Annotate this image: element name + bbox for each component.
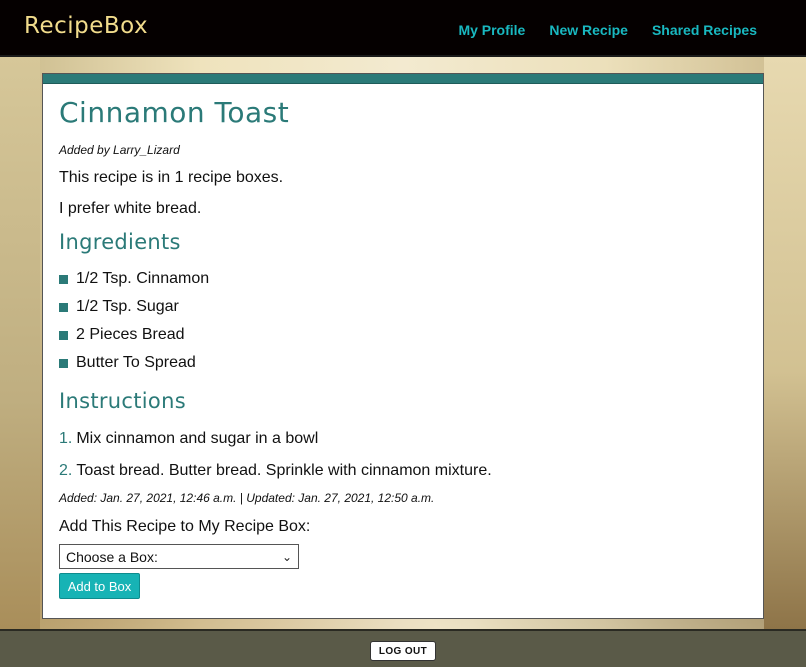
instruction-step: 1. Mix cinnamon and sugar in a bowl bbox=[59, 423, 747, 455]
app-logo[interactable]: RecipeBox bbox=[24, 13, 148, 39]
ingredient-item: 1/2 Tsp. Cinnamon bbox=[59, 265, 747, 293]
footer-bar: LOG OUT bbox=[0, 629, 806, 667]
nav-new-recipe[interactable]: New Recipe bbox=[549, 22, 628, 38]
bullet-square-icon bbox=[59, 302, 68, 312]
step-number: 2. bbox=[59, 462, 73, 479]
background-right-edge bbox=[764, 57, 806, 629]
bullet-square-icon bbox=[59, 358, 68, 368]
instructions-heading: Instructions bbox=[59, 389, 186, 413]
ingredient-text: Butter To Spread bbox=[76, 354, 196, 371]
chevron-down-icon: ⌄ bbox=[281, 549, 292, 564]
ingredients-heading: Ingredients bbox=[59, 230, 181, 254]
background-left-edge bbox=[0, 57, 40, 629]
ingredients-list: 1/2 Tsp. Cinnamon 1/2 Tsp. Sugar 2 Piece… bbox=[59, 265, 747, 377]
add-to-box-label: Add This Recipe to My Recipe Box: bbox=[59, 518, 311, 535]
select-value: Choose a Box: bbox=[66, 548, 158, 565]
step-text: Toast bread. Butter bread. Sprinkle with… bbox=[76, 462, 492, 479]
added-by: Added by Larry_Lizard bbox=[59, 143, 180, 157]
nav-shared-recipes[interactable]: Shared Recipes bbox=[652, 22, 757, 38]
bullet-square-icon bbox=[59, 330, 68, 340]
recipe-note: I prefer white bread. bbox=[59, 200, 202, 217]
nav-my-profile[interactable]: My Profile bbox=[458, 22, 525, 38]
instruction-step: 2. Toast bread. Butter bread. Sprinkle wi… bbox=[59, 455, 747, 487]
ingredient-item: 1/2 Tsp. Sugar bbox=[59, 293, 747, 321]
step-number: 1. bbox=[59, 430, 73, 447]
recipe-box-select[interactable]: Choose a Box: ⌄ bbox=[59, 544, 299, 569]
instructions-list: 1. Mix cinnamon and sugar in a bowl 2. Toa… bbox=[59, 423, 747, 487]
card-accent-bar bbox=[43, 74, 763, 84]
main-nav: My Profile New Recipe Shared Recipes bbox=[458, 22, 757, 38]
add-to-box-button[interactable]: Add to Box bbox=[59, 573, 140, 599]
recipe-title: Cinnamon Toast bbox=[59, 96, 290, 129]
logout-button[interactable]: LOG OUT bbox=[370, 641, 436, 661]
ingredient-item: Butter To Spread bbox=[59, 349, 747, 377]
recipe-box-count: This recipe is in 1 recipe boxes. bbox=[59, 169, 284, 186]
ingredient-text: 1/2 Tsp. Sugar bbox=[76, 298, 179, 315]
ingredient-text: 2 Pieces Bread bbox=[76, 326, 185, 343]
step-text: Mix cinnamon and sugar in a bowl bbox=[76, 430, 319, 447]
ingredient-item: 2 Pieces Bread bbox=[59, 321, 747, 349]
ingredient-text: 1/2 Tsp. Cinnamon bbox=[76, 270, 210, 287]
bullet-square-icon bbox=[59, 274, 68, 284]
top-navbar: RecipeBox My Profile New Recipe Shared R… bbox=[0, 0, 806, 57]
recipe-timestamps: Added: Jan. 27, 2021, 12:46 a.m. | Updat… bbox=[59, 491, 435, 505]
recipe-card: Cinnamon Toast Added by Larry_Lizard Thi… bbox=[42, 73, 764, 619]
